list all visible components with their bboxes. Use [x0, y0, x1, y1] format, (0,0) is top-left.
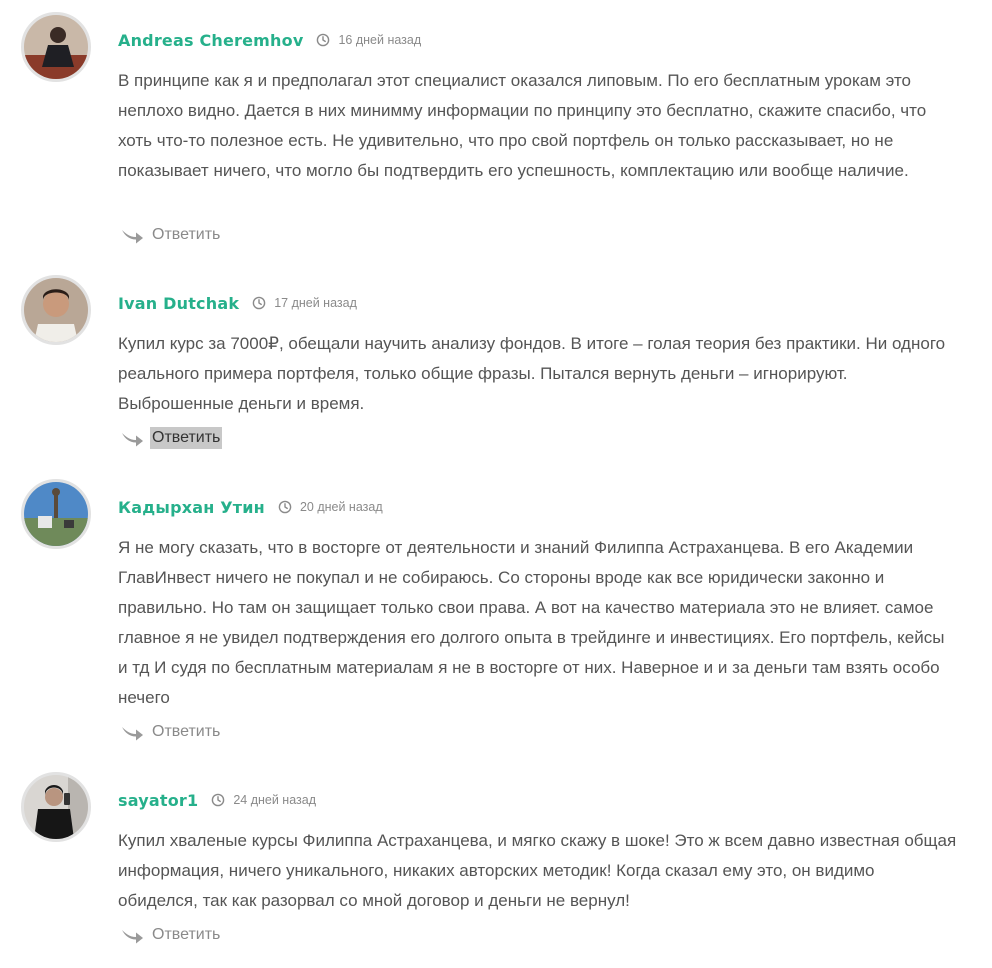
- reply-label: Ответить: [152, 226, 221, 243]
- clock-icon: [252, 296, 266, 310]
- comment-date[interactable]: 20 дней назад: [278, 500, 383, 514]
- comment-text: Купил хваленые курсы Филиппа Астраханцев…: [118, 831, 957, 910]
- reply-button[interactable]: Ответить: [121, 922, 222, 948]
- comment-author[interactable]: Кадырхан Утин: [118, 498, 265, 517]
- comment-text: В принципе как я и предполагал этот спец…: [118, 71, 927, 180]
- comment-author[interactable]: Andreas Cheremhov: [118, 31, 303, 50]
- comment-date[interactable]: 16 дней назад: [316, 33, 421, 47]
- reply-arrow-icon: [122, 433, 143, 447]
- reply-arrow-icon: [122, 727, 143, 741]
- comment-meta: Кадырхан Утин 20 дней назад: [118, 495, 383, 519]
- comment-text: Я не могу сказать, что в восторге от дея…: [118, 538, 945, 707]
- reply-button[interactable]: Ответить: [121, 719, 222, 745]
- comment-text: Купил курс за 7000₽, обещали научить ана…: [118, 334, 946, 413]
- comment-date-text: 24 дней назад: [233, 793, 317, 807]
- comment-date-text: 16 дней назад: [338, 33, 422, 47]
- comment-list: Andreas Cheremhov 16 дней назад В принци…: [0, 0, 992, 968]
- reply-arrow-icon: [122, 230, 143, 244]
- comment-date[interactable]: 17 дней назад: [252, 296, 357, 310]
- reply-arrow-icon: [122, 930, 143, 944]
- reply-label: Ответить: [152, 723, 221, 740]
- comment-author[interactable]: sayator1: [118, 791, 198, 810]
- clock-icon: [317, 33, 330, 47]
- reply-button[interactable]: Ответить: [121, 222, 222, 248]
- reply-label: Ответить: [152, 926, 221, 943]
- comment-date-text: 20 дней назад: [299, 500, 383, 514]
- comment-date-text: 17 дней назад: [274, 296, 357, 310]
- avatar[interactable]: [21, 12, 91, 82]
- clock-icon: [278, 500, 292, 514]
- avatar[interactable]: [21, 479, 91, 549]
- comment-author[interactable]: Ivan Dutchak: [118, 294, 239, 313]
- comment-date[interactable]: 24 дней назад: [211, 793, 316, 807]
- comment-meta: Ivan Dutchak 17 дней назад: [118, 291, 357, 315]
- avatar[interactable]: [21, 772, 91, 842]
- reply-label: Ответить: [150, 427, 223, 449]
- avatar[interactable]: [21, 275, 91, 345]
- comment-meta: Andreas Cheremhov 16 дней назад: [118, 28, 421, 52]
- reply-button[interactable]: Ответить: [121, 425, 223, 451]
- clock-icon: [212, 793, 225, 807]
- comment-meta: sayator1 24 дней назад: [118, 788, 316, 812]
